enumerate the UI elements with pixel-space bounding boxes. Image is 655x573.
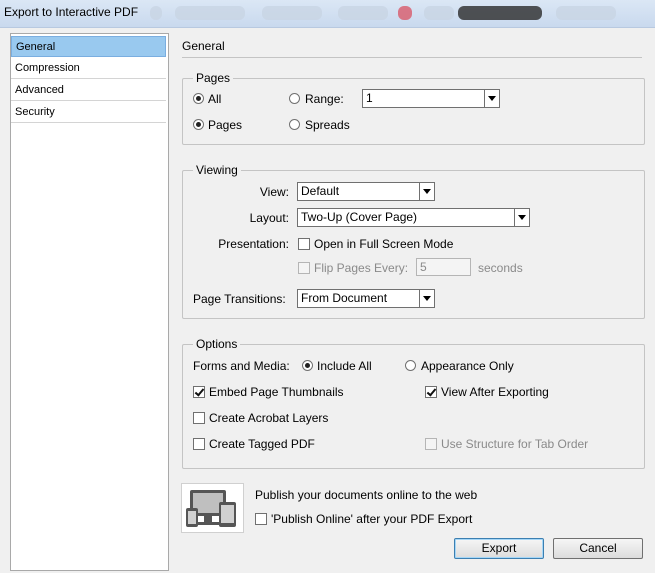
toolbar-blur xyxy=(175,6,245,20)
pages-group: Pages xyxy=(182,71,645,145)
toolbar-blur xyxy=(458,6,542,20)
sidebar-item-label: General xyxy=(16,41,56,53)
view-after-exporting-checkbox[interactable] xyxy=(425,386,437,398)
chevron-down-icon[interactable] xyxy=(419,183,434,200)
publish-online-checkbox[interactable] xyxy=(255,513,267,525)
view-select[interactable]: Default xyxy=(297,182,435,201)
flip-seconds-value: 5 xyxy=(420,260,427,274)
range-combo[interactable]: 1 xyxy=(362,89,500,108)
pages-pages-radio[interactable] xyxy=(193,119,204,130)
sidebar-item-security[interactable]: Security xyxy=(11,102,166,123)
include-all-radio[interactable] xyxy=(302,360,313,371)
sidebar-item-compression[interactable]: Compression xyxy=(11,58,166,79)
view-label: View: xyxy=(259,185,289,199)
toolbar-blur xyxy=(424,6,454,20)
pages-spreads-radio[interactable] xyxy=(289,119,300,130)
presentation-label: Presentation: xyxy=(218,237,289,251)
publish-devices-icon xyxy=(181,483,244,533)
tagged-pdf-checkbox[interactable] xyxy=(193,438,205,450)
pages-spreads-label: Spreads xyxy=(305,118,350,132)
flip-pages-label: Flip Pages Every: xyxy=(314,261,409,275)
structure-tab-order-checkbox[interactable] xyxy=(425,438,437,450)
section-title: General xyxy=(182,39,225,53)
embed-thumbnails-checkbox[interactable] xyxy=(193,386,205,398)
sidebar-item-general[interactable]: General xyxy=(11,36,166,57)
page-transitions-label: Page Transitions: xyxy=(193,292,286,306)
page-transitions-select[interactable]: From Document xyxy=(297,289,435,308)
forms-media-label: Forms and Media: xyxy=(193,359,290,373)
pages-range-radio[interactable] xyxy=(289,93,300,104)
view-value: Default xyxy=(301,184,340,198)
toolbar-blur xyxy=(556,6,616,20)
flip-pages-checkbox[interactable] xyxy=(298,262,310,274)
view-after-exporting-label: View After Exporting xyxy=(441,385,549,399)
title-bar: Export to Interactive PDF xyxy=(0,0,655,28)
sidebar-item-advanced[interactable]: Advanced xyxy=(11,80,166,101)
pages-all-radio[interactable] xyxy=(193,93,204,104)
layout-select[interactable]: Two-Up (Cover Page) xyxy=(297,208,530,227)
sidebar-item-label: Advanced xyxy=(15,84,64,96)
tagged-pdf-label: Create Tagged PDF xyxy=(209,437,315,451)
toolbar-blur xyxy=(338,6,388,20)
pages-legend: Pages xyxy=(196,71,231,85)
page-transitions-value: From Document xyxy=(301,291,388,305)
chevron-down-icon[interactable] xyxy=(419,290,434,307)
export-button[interactable]: Export xyxy=(454,538,544,559)
sidebar-item-label: Compression xyxy=(15,62,80,74)
flip-seconds-input[interactable]: 5 xyxy=(416,258,471,276)
publish-online-text: Publish your documents online to the web xyxy=(255,488,478,502)
viewing-legend: Viewing xyxy=(196,163,238,177)
structure-tab-order-label: Use Structure for Tab Order xyxy=(441,437,589,451)
embed-thumbnails-label: Embed Page Thumbnails xyxy=(209,385,344,399)
range-value: 1 xyxy=(366,91,373,105)
window-title: Export to Interactive PDF xyxy=(4,5,139,19)
cancel-button[interactable]: Cancel xyxy=(553,538,643,559)
include-all-label: Include All xyxy=(317,359,372,373)
toolbar-icon-blur xyxy=(150,6,162,20)
pages-all-label: All xyxy=(208,92,222,106)
sidebar-item-label: Security xyxy=(15,106,55,118)
chevron-down-icon[interactable] xyxy=(514,209,529,226)
acrobat-layers-label: Create Acrobat Layers xyxy=(209,411,329,425)
toolbar-blur xyxy=(262,6,322,20)
publish-online-label: 'Publish Online' after your PDF Export xyxy=(271,512,473,526)
flip-unit-label: seconds xyxy=(478,261,523,275)
appearance-only-radio[interactable] xyxy=(405,360,416,371)
category-list: General Compression Advanced Security xyxy=(10,33,169,571)
layout-value: Two-Up (Cover Page) xyxy=(301,210,418,224)
section-divider xyxy=(182,57,642,58)
layout-label: Layout: xyxy=(249,211,289,225)
toolbar-icon-blur xyxy=(398,6,412,20)
pages-pages-label: Pages xyxy=(208,118,243,132)
appearance-only-label: Appearance Only xyxy=(421,359,514,373)
options-legend: Options xyxy=(196,337,238,351)
fullscreen-label: Open in Full Screen Mode xyxy=(314,237,454,251)
pages-range-label: Range: xyxy=(305,92,344,106)
acrobat-layers-checkbox[interactable] xyxy=(193,412,205,424)
fullscreen-checkbox[interactable] xyxy=(298,238,310,250)
chevron-down-icon[interactable] xyxy=(484,90,499,107)
